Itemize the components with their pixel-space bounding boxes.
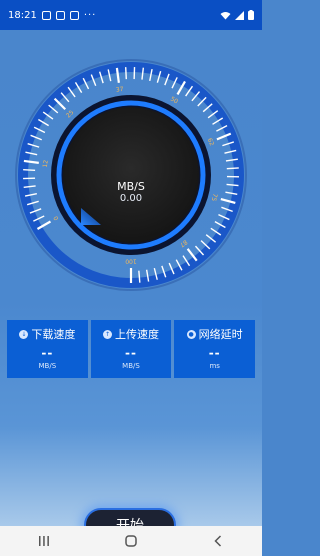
stat-upload-label: 上传速度 (115, 328, 159, 341)
back-icon (214, 535, 222, 547)
image-icon (41, 10, 51, 20)
gauge-tick-label: 12 (42, 159, 50, 168)
recent-apps-icon (38, 536, 49, 546)
gauge-tick-label: 37 (116, 86, 125, 94)
stat-download: ↓ 下载速度 -- MB/S (7, 320, 88, 378)
stat-download-unit: MB/S (38, 362, 57, 370)
home-button[interactable] (111, 531, 151, 551)
back-button[interactable] (198, 531, 238, 551)
signal-icon (235, 10, 244, 20)
gauge-tick (125, 67, 127, 80)
gauge-unit: MB/S (117, 180, 145, 193)
status-bar: 18:21 ··· (0, 0, 262, 30)
stat-download-value: -- (41, 346, 54, 360)
stats-panel: ↓ 下载速度 -- MB/S ↑ 上传速度 -- MB/S ● 网络延时 -- … (7, 320, 256, 378)
wifi-icon (220, 11, 231, 19)
stat-upload-unit: MB/S (122, 362, 140, 370)
stat-upload: ↑ 上传速度 -- MB/S (90, 320, 172, 378)
status-time: 18:21 (8, 9, 37, 21)
system-nav-bar (0, 526, 262, 556)
upload-icon: ↑ (103, 329, 112, 339)
stat-latency-label: 网络延时 (198, 328, 243, 341)
speed-test-screen: 0 12 25 37 50 62 75 87 100 MB/S 0.00 ↓ 下载速度 -- M… (0, 30, 262, 542)
stat-upload-value: -- (125, 346, 137, 360)
latency-icon: ● (186, 329, 196, 339)
gauge-tick-label: 50 (169, 96, 179, 106)
home-icon (125, 535, 137, 547)
stat-download-label: 下载速度 (31, 328, 76, 341)
gauge-tick-label: 87 (178, 238, 188, 248)
stat-latency-value: -- (208, 346, 221, 360)
gauge-tick (23, 169, 36, 171)
gauge-tick-label: 25 (65, 109, 75, 119)
notification-icon (55, 10, 65, 20)
battery-icon (248, 10, 254, 20)
gauge-tick (138, 270, 141, 283)
gauge-value: 0.00 (119, 193, 143, 204)
notification-icon-2 (69, 10, 79, 20)
download-icon: ↓ (19, 329, 29, 339)
gauge-tick-label: 0 (52, 214, 60, 221)
speed-gauge: 012253750627587100 (15, 59, 247, 291)
more-notifications: ··· (83, 9, 97, 21)
stat-latency-unit: ms (209, 362, 220, 370)
gauge-tick-label: 100 (125, 258, 137, 265)
gauge-tick (226, 167, 239, 170)
recent-apps-button[interactable] (24, 531, 64, 551)
gauge-tick-label: 62 (206, 137, 215, 147)
stat-latency: ● 网络延时 -- ms (174, 320, 256, 378)
